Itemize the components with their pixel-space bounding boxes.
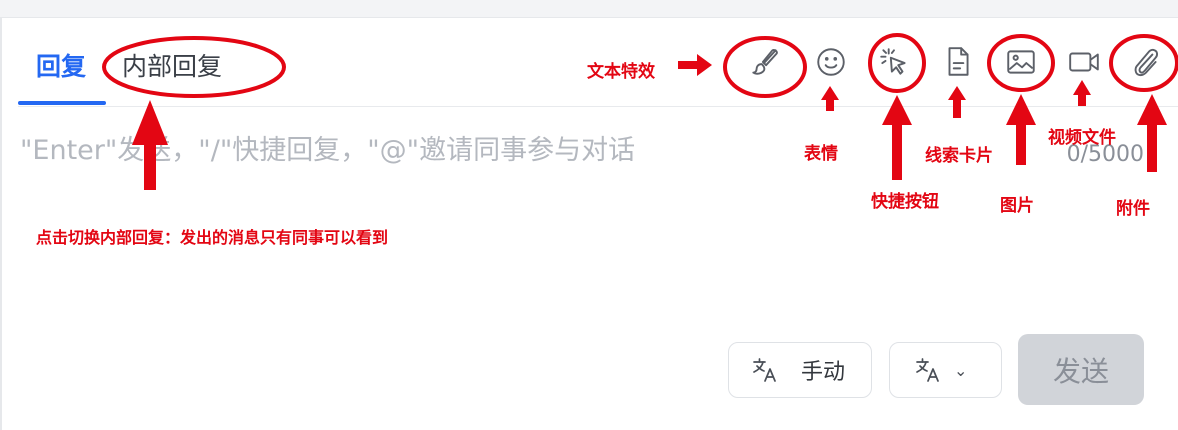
arrow-attachment <box>1137 94 1167 172</box>
annotation-circle-image <box>987 34 1055 92</box>
arrow-emoji <box>821 86 839 111</box>
annotation-attachment: 附件 <box>1116 199 1150 219</box>
annotation-quick-button: 快捷按钮 <box>871 192 939 212</box>
annotation-image: 图片 <box>1000 196 1034 216</box>
arrow-text-effects <box>678 54 712 76</box>
arrow-internal-reply <box>132 100 168 190</box>
annotation-text-effects: 文本特效 <box>587 62 655 82</box>
annotation-video-file: 视频文件 <box>1048 128 1116 148</box>
annotation-circle-brush <box>723 36 807 98</box>
annotation-internal-note: 点击切换内部回复：发出的消息只有同事可以看到 <box>36 228 389 247</box>
annotation-circle-attachment <box>1109 34 1178 92</box>
arrow-lead-card <box>948 86 966 118</box>
annotation-circle-quick <box>868 33 926 93</box>
annotation-emoji: 表情 <box>804 144 838 164</box>
arrow-video <box>1073 80 1091 106</box>
arrow-quick <box>882 95 912 180</box>
annotation-lead-card: 线索卡片 <box>925 146 993 166</box>
arrow-image <box>1006 94 1036 165</box>
annotation-circle-internal-reply <box>102 36 286 98</box>
